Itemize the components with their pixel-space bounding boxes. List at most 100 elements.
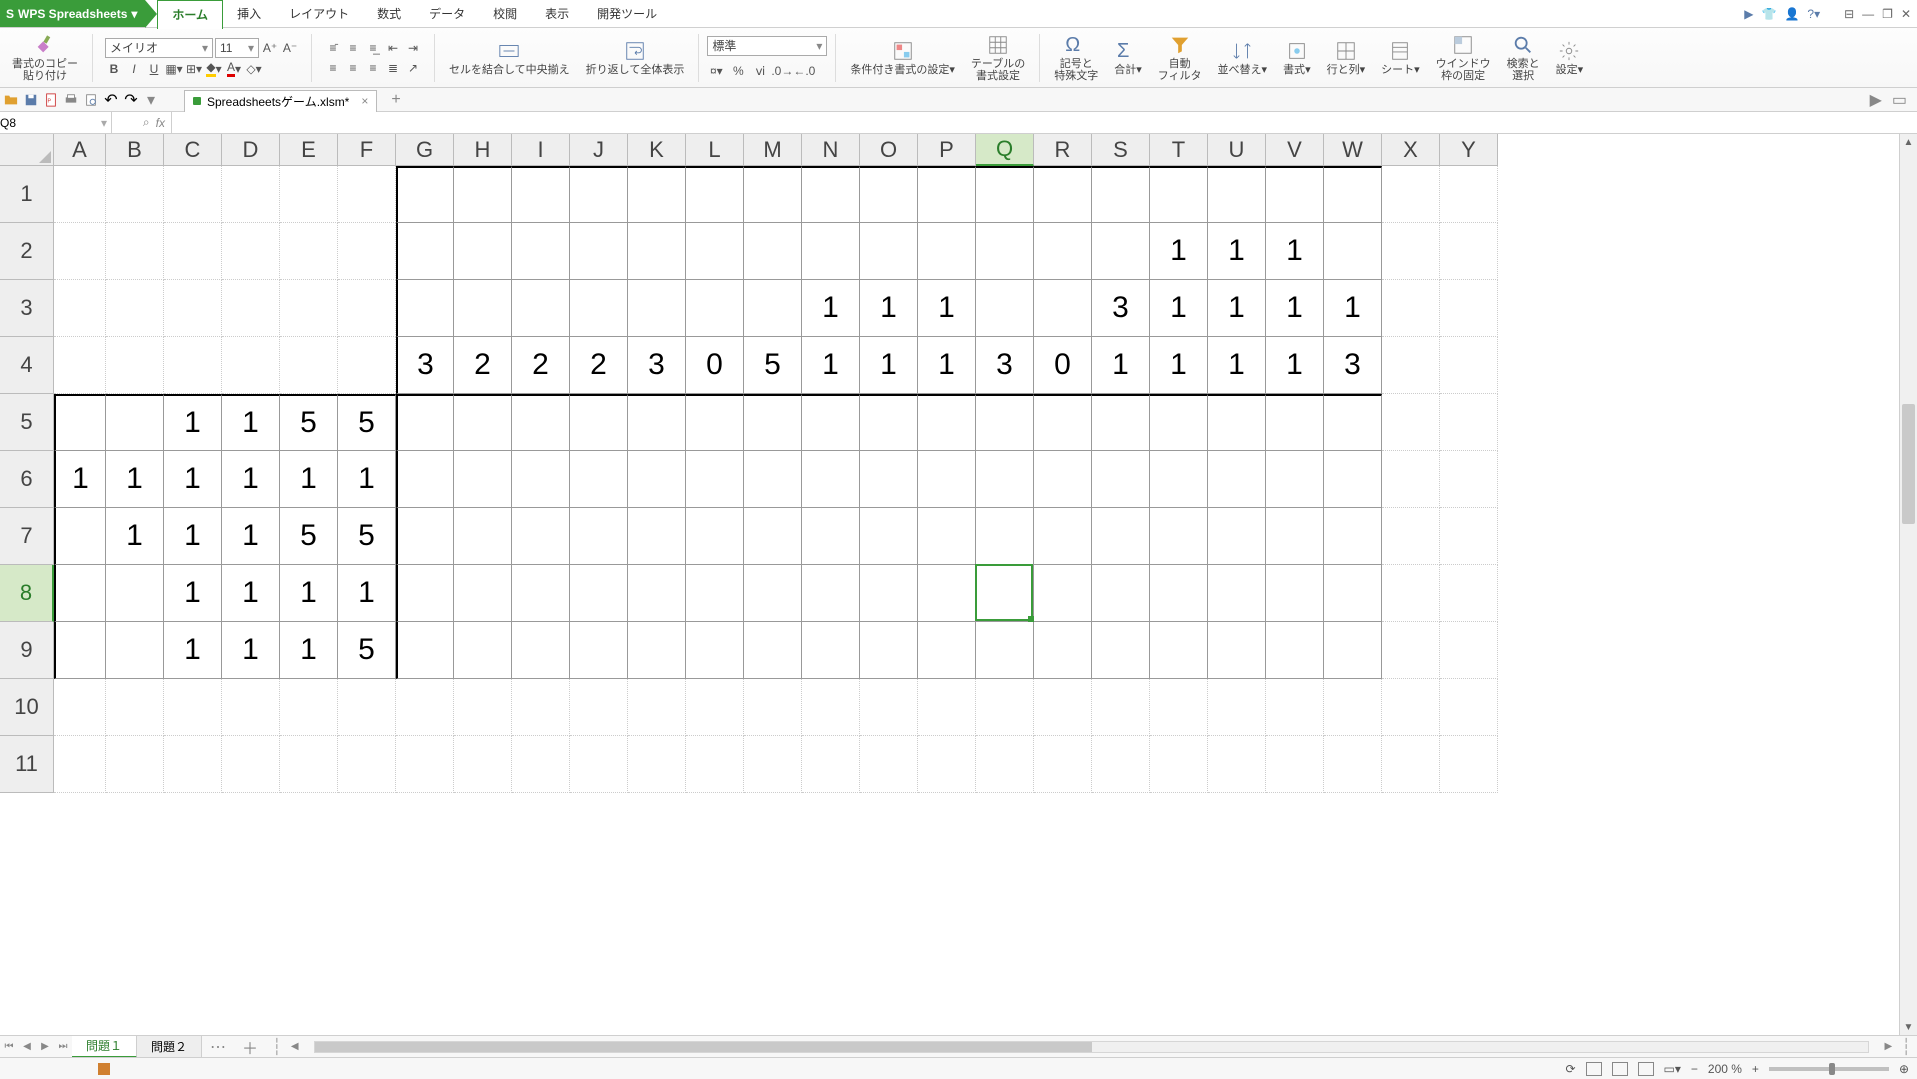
cell-D4[interactable] <box>222 337 280 394</box>
cell-S10[interactable] <box>1092 679 1150 736</box>
merge-center-button[interactable]: セルを結合して中央揃え <box>443 40 576 76</box>
cell-L6[interactable] <box>686 451 744 508</box>
cell-K8[interactable] <box>628 565 686 622</box>
cell-G9[interactable] <box>396 622 454 679</box>
cell-J2[interactable] <box>570 223 628 280</box>
col-header-S[interactable]: S <box>1092 134 1150 166</box>
sheet-add-icon[interactable]: ＋ <box>234 1035 266 1059</box>
cell-I9[interactable] <box>512 622 570 679</box>
cell-I4[interactable]: 2 <box>512 337 570 394</box>
cell-M3[interactable] <box>744 280 802 337</box>
col-header-G[interactable]: G <box>396 134 454 166</box>
cell-B9[interactable] <box>106 622 164 679</box>
cell-G8[interactable] <box>396 565 454 622</box>
cell-C3[interactable] <box>164 280 222 337</box>
col-header-C[interactable]: C <box>164 134 222 166</box>
cell-O6[interactable] <box>860 451 918 508</box>
cell-D6[interactable]: 1 <box>222 451 280 508</box>
menu-insert[interactable]: 挿入 <box>223 0 275 28</box>
menu-review[interactable]: 校閲 <box>479 0 531 28</box>
cell-C10[interactable] <box>164 679 222 736</box>
cell-G10[interactable] <box>396 679 454 736</box>
cell-O11[interactable] <box>860 736 918 793</box>
sheet-list-icon[interactable]: ⋯ <box>202 1037 234 1057</box>
percent-icon[interactable]: % <box>729 62 747 80</box>
cell-U1[interactable] <box>1208 166 1266 223</box>
cell-S9[interactable] <box>1092 622 1150 679</box>
cell-T11[interactable] <box>1150 736 1208 793</box>
cell-V6[interactable] <box>1266 451 1324 508</box>
symbol-button[interactable]: Ω 記号と 特殊文字 <box>1048 34 1104 82</box>
row-header-6[interactable]: 6 <box>0 451 54 508</box>
vscroll-thumb[interactable] <box>1902 404 1915 524</box>
cell-R2[interactable] <box>1034 223 1092 280</box>
cell-T9[interactable] <box>1150 622 1208 679</box>
conditional-format-button[interactable]: 条件付き書式の設定▾ <box>844 40 961 76</box>
cell-C11[interactable] <box>164 736 222 793</box>
comma-icon[interactable]: ⅵ <box>751 62 769 80</box>
col-header-T[interactable]: T <box>1150 134 1208 166</box>
cell-I1[interactable] <box>512 166 570 223</box>
cell-K5[interactable] <box>628 394 686 451</box>
cell-M7[interactable] <box>744 508 802 565</box>
hscroll-thumb[interactable] <box>315 1042 1092 1052</box>
sort-button[interactable]: 並べ替え▾ <box>1212 40 1274 76</box>
cell-E4[interactable] <box>280 337 338 394</box>
cell-O9[interactable] <box>860 622 918 679</box>
table-format-button[interactable]: テーブルの 書式設定 <box>965 34 1031 82</box>
cell-W6[interactable] <box>1324 451 1382 508</box>
cell-G4[interactable]: 3 <box>396 337 454 394</box>
page-view-icon[interactable] <box>1612 1062 1628 1076</box>
cell-E9[interactable]: 1 <box>280 622 338 679</box>
cell-D1[interactable] <box>222 166 280 223</box>
cell-X6[interactable] <box>1382 451 1440 508</box>
orientation-icon[interactable]: ↗ <box>404 59 422 77</box>
cell-H9[interactable] <box>454 622 512 679</box>
new-tab-icon[interactable]: + <box>383 91 408 109</box>
cell-W11[interactable] <box>1324 736 1382 793</box>
indent-inc-icon[interactable]: ⇥ <box>404 39 422 57</box>
cell-V7[interactable] <box>1266 508 1324 565</box>
col-header-H[interactable]: H <box>454 134 512 166</box>
cell-Q2[interactable] <box>976 223 1034 280</box>
sheet-last-icon[interactable]: ⏭ <box>54 1037 72 1057</box>
cell-M10[interactable] <box>744 679 802 736</box>
col-header-V[interactable]: V <box>1266 134 1324 166</box>
cell-G11[interactable] <box>396 736 454 793</box>
zoom-in-icon[interactable]: + <box>1752 1062 1759 1076</box>
cell-W8[interactable] <box>1324 565 1382 622</box>
cell-H6[interactable] <box>454 451 512 508</box>
cell-F11[interactable] <box>338 736 396 793</box>
cell-F1[interactable] <box>338 166 396 223</box>
cell-G6[interactable] <box>396 451 454 508</box>
cell-Q6[interactable] <box>976 451 1034 508</box>
cell-T4[interactable]: 1 <box>1150 337 1208 394</box>
break-view-icon[interactable] <box>1638 1062 1654 1076</box>
cell-area[interactable]: 1111113111132223051113011113115511111111… <box>54 166 1899 1035</box>
row-header-4[interactable]: 4 <box>0 337 54 394</box>
menu-dev[interactable]: 開発ツール <box>583 0 671 28</box>
cell-A4[interactable] <box>54 337 106 394</box>
zoom-level[interactable]: 200 % <box>1708 1062 1742 1076</box>
cell-Q9[interactable] <box>976 622 1034 679</box>
cell-B11[interactable] <box>106 736 164 793</box>
font-name-select[interactable]: メイリオ▾ <box>105 38 213 58</box>
app-brand[interactable]: S WPS Spreadsheets ▾ <box>0 0 145 27</box>
cell-L7[interactable] <box>686 508 744 565</box>
menu-formula[interactable]: 数式 <box>363 0 415 28</box>
col-header-L[interactable]: L <box>686 134 744 166</box>
shirt-icon[interactable]: 👕 <box>1762 7 1777 21</box>
maximize-icon[interactable]: ❐ <box>1882 7 1893 21</box>
cell-H1[interactable] <box>454 166 512 223</box>
border-style-icon[interactable]: ⊞▾ <box>185 60 203 78</box>
formula-input[interactable] <box>172 112 1917 133</box>
undo-icon[interactable]: ↶ <box>104 93 118 107</box>
user-icon[interactable]: 👤 <box>1784 7 1799 21</box>
cell-R5[interactable] <box>1034 394 1092 451</box>
cell-K2[interactable] <box>628 223 686 280</box>
cell-L10[interactable] <box>686 679 744 736</box>
decrease-font-icon[interactable]: A⁻ <box>281 39 299 57</box>
cell-K6[interactable] <box>628 451 686 508</box>
cell-Q8[interactable] <box>976 565 1034 622</box>
cell-F7[interactable]: 5 <box>338 508 396 565</box>
